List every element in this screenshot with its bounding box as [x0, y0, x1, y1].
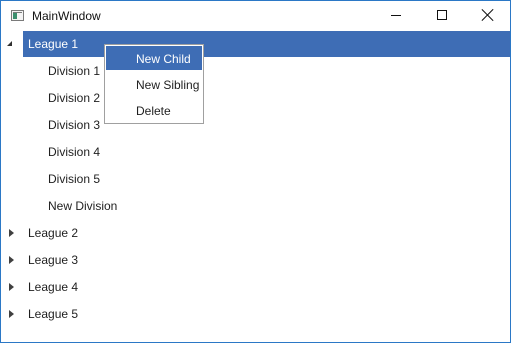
collapsed-triangle-icon[interactable]	[9, 283, 14, 291]
tree-item-label: Division 2	[48, 91, 101, 105]
collapsed-triangle-icon[interactable]	[9, 229, 14, 237]
tree-item-league-1[interactable]: League 1	[1, 31, 510, 57]
tree-item-division-1[interactable]: Division 1	[1, 58, 510, 84]
minimize-button[interactable]	[373, 1, 419, 31]
tree-item-new-division[interactable]: New Division	[1, 193, 510, 219]
tree-item-league-2[interactable]: League 2	[1, 220, 510, 246]
expanded-triangle-icon[interactable]	[7, 41, 12, 46]
close-button[interactable]	[465, 1, 511, 31]
collapsed-triangle-icon[interactable]	[9, 310, 14, 318]
minimize-icon	[391, 15, 401, 16]
close-icon	[482, 9, 494, 21]
window-title: MainWindow	[32, 9, 101, 23]
tree-item-label: League 4	[28, 280, 79, 294]
tree-item-league-4[interactable]: League 4	[1, 274, 510, 300]
tree-item-division-5[interactable]: Division 5	[1, 166, 510, 192]
menu-item-label: New Sibling	[136, 78, 200, 92]
menu-item-label: New Child	[136, 52, 191, 66]
tree-item-label: Division 1	[48, 64, 101, 78]
tree-item-label: League 3	[28, 253, 79, 267]
menu-item-delete[interactable]: Delete	[106, 98, 202, 122]
title-bar[interactable]: MainWindow	[1, 1, 510, 31]
tree-item-label: League 5	[28, 307, 79, 321]
tree-item-label: League 1	[28, 37, 79, 51]
maximize-button[interactable]	[419, 1, 465, 31]
tree-item-division-4[interactable]: Division 4	[1, 139, 510, 165]
tree-item-label: Division 3	[48, 118, 101, 132]
tree-item-league-5[interactable]: League 5	[1, 301, 510, 327]
maximize-icon	[437, 10, 447, 20]
tree-item-label: League 2	[28, 226, 79, 240]
main-window: MainWindow League 1 Division 1 Division …	[0, 0, 511, 343]
tree-item-division-2[interactable]: Division 2	[1, 85, 510, 111]
menu-item-label: Delete	[136, 104, 171, 118]
collapsed-triangle-icon[interactable]	[9, 256, 14, 264]
tree-item-label: Division 4	[48, 145, 101, 159]
selection-highlight	[23, 31, 510, 57]
tree-item-label: Division 5	[48, 172, 101, 186]
menu-item-new-child[interactable]: New Child	[106, 46, 202, 70]
menu-item-new-sibling[interactable]: New Sibling	[106, 72, 202, 96]
app-window-icon	[11, 10, 24, 21]
tree-item-division-3[interactable]: Division 3	[1, 112, 510, 138]
tree-item-label: New Division	[48, 199, 118, 213]
league-tree-view[interactable]: League 1 Division 1 Division 2 Division …	[1, 31, 510, 341]
context-menu: New Child New Sibling Delete	[104, 44, 204, 124]
tree-item-league-3[interactable]: League 3	[1, 247, 510, 273]
